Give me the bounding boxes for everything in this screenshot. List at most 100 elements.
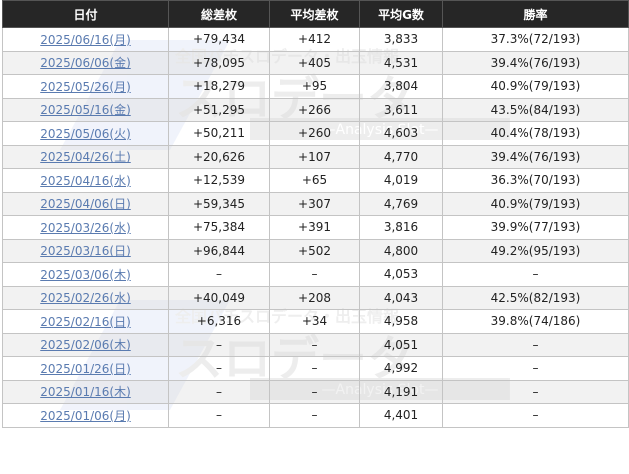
win-rate-cell: 40.9%(79/193) bbox=[442, 191, 629, 216]
date-cell: 2025/01/26(日) bbox=[2, 356, 169, 381]
date-cell: 2025/02/16(日) bbox=[2, 309, 169, 334]
win-rate-cell: 49.2%(95/193) bbox=[442, 238, 629, 263]
avg-games-cell: 4,053 bbox=[359, 262, 443, 287]
win-rate-cell: – bbox=[442, 356, 629, 381]
total-diff-cell: +40,049 bbox=[168, 285, 270, 310]
avg-diff-cell: +405 bbox=[269, 50, 360, 75]
win-rate-cell: – bbox=[442, 262, 629, 287]
date-link[interactable]: 2025/01/06(月) bbox=[40, 409, 131, 423]
total-diff-cell: – bbox=[168, 356, 270, 381]
date-link[interactable]: 2025/04/06(日) bbox=[40, 197, 131, 211]
win-rate-cell: 37.3%(72/193) bbox=[442, 27, 629, 52]
date-link[interactable]: 2025/03/16(日) bbox=[40, 244, 131, 258]
avg-games-cell: 4,019 bbox=[359, 168, 443, 193]
avg-diff-cell: – bbox=[269, 262, 360, 287]
date-link[interactable]: 2025/04/26(土) bbox=[40, 150, 131, 164]
avg-games-cell: 4,191 bbox=[359, 379, 443, 404]
date-link[interactable]: 2025/03/26(水) bbox=[40, 221, 131, 235]
avg-games-cell: 4,770 bbox=[359, 144, 443, 169]
date-cell: 2025/03/26(水) bbox=[2, 215, 169, 240]
avg-diff-cell: +208 bbox=[269, 285, 360, 310]
date-link[interactable]: 2025/02/26(水) bbox=[40, 291, 131, 305]
win-rate-cell: – bbox=[442, 403, 629, 428]
table-row: 2025/06/16(月) +79,434 +412 3,833 37.3%(72/19… bbox=[2, 27, 629, 52]
date-link[interactable]: 2025/04/16(水) bbox=[40, 174, 131, 188]
header-avg-games[interactable]: 平均G数 bbox=[359, 0, 443, 28]
avg-diff-cell: +65 bbox=[269, 168, 360, 193]
table-row: 2025/02/06(木) – –4,051– bbox=[2, 332, 629, 357]
date-cell: 2025/05/06(火) bbox=[2, 121, 169, 146]
table-row: 2025/04/06(日) +59,345 +307 4,769 40.9%(79/19… bbox=[2, 191, 629, 216]
total-diff-cell: +96,844 bbox=[168, 238, 270, 263]
total-diff-cell: +59,345 bbox=[168, 191, 270, 216]
date-cell: 2025/03/06(木) bbox=[2, 262, 169, 287]
avg-games-cell: 3,804 bbox=[359, 74, 443, 99]
date-cell: 2025/06/06(金) bbox=[2, 50, 169, 75]
win-rate-cell: 43.5%(84/193) bbox=[442, 97, 629, 122]
total-diff-cell: +12,539 bbox=[168, 168, 270, 193]
table-row: 2025/03/26(水) +75,384 +391 3,816 39.9%(77/19… bbox=[2, 215, 629, 240]
table-row: 2025/03/06(木) – –4,053– bbox=[2, 262, 629, 287]
avg-diff-cell: +95 bbox=[269, 74, 360, 99]
avg-diff-cell: +502 bbox=[269, 238, 360, 263]
table-row: 2025/04/16(水) +12,539 +65 4,019 36.3%(70/193… bbox=[2, 168, 629, 193]
date-link[interactable]: 2025/02/06(木) bbox=[40, 338, 131, 352]
win-rate-cell: 39.9%(77/193) bbox=[442, 215, 629, 240]
date-link[interactable]: 2025/02/16(日) bbox=[40, 315, 131, 329]
table-row: 2025/05/26(月) +18,279 +95 3,804 40.9%(79/193… bbox=[2, 74, 629, 99]
date-cell: 2025/05/26(月) bbox=[2, 74, 169, 99]
total-diff-cell: +20,626 bbox=[168, 144, 270, 169]
date-cell: 2025/01/16(木) bbox=[2, 379, 169, 404]
date-link[interactable]: 2025/03/06(木) bbox=[40, 268, 131, 282]
date-link[interactable]: 2025/05/16(金) bbox=[40, 103, 131, 117]
date-link[interactable]: 2025/01/16(木) bbox=[40, 385, 131, 399]
table-row: 2025/03/16(日) +96,844 +502 4,800 49.2%(95/19… bbox=[2, 238, 629, 263]
table-row: 2025/01/06(月) – –4,401– bbox=[2, 403, 629, 428]
avg-games-cell: 4,531 bbox=[359, 50, 443, 75]
avg-diff-cell: +260 bbox=[269, 121, 360, 146]
date-link[interactable]: 2025/06/06(金) bbox=[40, 56, 131, 70]
avg-games-cell: 4,800 bbox=[359, 238, 443, 263]
win-rate-cell: 39.4%(76/193) bbox=[442, 50, 629, 75]
avg-diff-cell: +266 bbox=[269, 97, 360, 122]
total-diff-cell: +6,316 bbox=[168, 309, 270, 334]
header-avg-diff[interactable]: 平均差枚 bbox=[269, 0, 360, 28]
avg-games-cell: 4,992 bbox=[359, 356, 443, 381]
table-header: 日付 総差枚 平均差枚 平均G数 勝率 bbox=[2, 0, 629, 28]
date-cell: 2025/05/16(金) bbox=[2, 97, 169, 122]
avg-diff-cell: – bbox=[269, 403, 360, 428]
header-total-diff[interactable]: 総差枚 bbox=[168, 0, 270, 28]
header-date[interactable]: 日付 bbox=[2, 0, 169, 28]
date-link[interactable]: 2025/05/06(火) bbox=[40, 127, 131, 141]
win-rate-cell: 39.4%(76/193) bbox=[442, 144, 629, 169]
avg-diff-cell: – bbox=[269, 332, 360, 357]
avg-games-cell: 4,603 bbox=[359, 121, 443, 146]
table-row: 2025/05/16(金) +51,295 +266 3,611 43.5%(84/19… bbox=[2, 97, 629, 122]
avg-games-cell: 4,051 bbox=[359, 332, 443, 357]
date-cell: 2025/06/16(月) bbox=[2, 27, 169, 52]
avg-diff-cell: +412 bbox=[269, 27, 360, 52]
date-cell: 2025/02/06(木) bbox=[2, 332, 169, 357]
total-diff-cell: +75,384 bbox=[168, 215, 270, 240]
table-row: 2025/06/06(金) +78,095 +405 4,531 39.4%(76/19… bbox=[2, 50, 629, 75]
date-cell: 2025/04/16(水) bbox=[2, 168, 169, 193]
total-diff-cell: +50,211 bbox=[168, 121, 270, 146]
table-row: 2025/04/26(土) +20,626 +107 4,770 39.4%(76/19… bbox=[2, 144, 629, 169]
total-diff-cell: +51,295 bbox=[168, 97, 270, 122]
win-rate-cell: 42.5%(82/193) bbox=[442, 285, 629, 310]
avg-games-cell: 4,958 bbox=[359, 309, 443, 334]
avg-diff-cell: +307 bbox=[269, 191, 360, 216]
avg-diff-cell: +391 bbox=[269, 215, 360, 240]
avg-diff-cell: +34 bbox=[269, 309, 360, 334]
avg-games-cell: 4,769 bbox=[359, 191, 443, 216]
date-link[interactable]: 2025/05/26(月) bbox=[40, 80, 131, 94]
avg-games-cell: 3,816 bbox=[359, 215, 443, 240]
total-diff-cell: – bbox=[168, 379, 270, 404]
header-row: 日付 総差枚 平均差枚 平均G数 勝率 bbox=[2, 0, 629, 28]
total-diff-cell: – bbox=[168, 332, 270, 357]
header-win-rate[interactable]: 勝率 bbox=[442, 0, 629, 28]
date-link[interactable]: 2025/01/26(日) bbox=[40, 362, 131, 376]
win-rate-cell: 39.8%(74/186) bbox=[442, 309, 629, 334]
date-cell: 2025/04/06(日) bbox=[2, 191, 169, 216]
date-link[interactable]: 2025/06/16(月) bbox=[40, 33, 131, 47]
